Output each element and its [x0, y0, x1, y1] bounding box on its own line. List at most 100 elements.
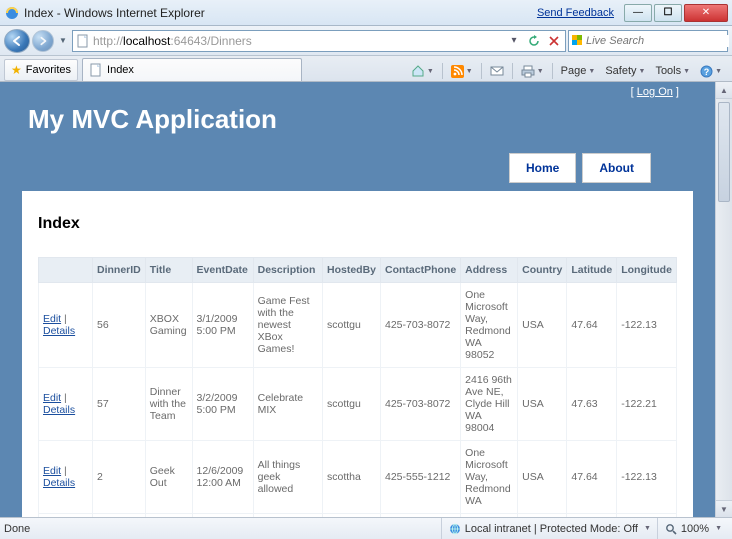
search-provider-icon — [571, 34, 583, 48]
nav-history-dropdown[interactable]: ▼ — [56, 30, 70, 52]
star-icon: ★ — [11, 63, 22, 77]
cell-host: scottgu — [322, 283, 380, 368]
col-header: EventDate — [192, 258, 253, 283]
refresh-button[interactable] — [525, 32, 543, 50]
cell-lat: 47.63 — [567, 368, 617, 441]
zone-icon — [448, 522, 462, 536]
nav-about[interactable]: About — [582, 153, 651, 183]
dinners-table: DinnerIDTitleEventDateDescriptionHostedB… — [38, 257, 677, 517]
details-link[interactable]: Details — [43, 325, 75, 337]
col-header: Address — [461, 258, 518, 283]
tab-index[interactable]: Index — [82, 58, 302, 81]
back-button[interactable] — [4, 29, 30, 53]
main-nav: Home About — [28, 135, 687, 183]
scrollbar-thumb[interactable] — [718, 102, 730, 202]
maximize-button[interactable]: ☐ — [654, 4, 682, 22]
forward-button[interactable] — [32, 30, 54, 52]
details-link[interactable]: Details — [43, 404, 75, 416]
cell-date: 3/2/2009 5:00 PM — [192, 368, 253, 441]
col-header: Title — [145, 258, 192, 283]
tabs: Index — [82, 58, 407, 81]
nav-home[interactable]: Home — [509, 153, 576, 183]
cell-id: 2 — [93, 441, 146, 514]
page-header: [ Log On ] My MVC Application Home About — [0, 82, 715, 191]
tab-strip: ★ Favorites Index ▼ ▼ ▼ Page ▼ Safety ▼ … — [0, 56, 732, 82]
address-dropdown-icon[interactable]: ▾ — [505, 32, 523, 50]
cell-date: 12/6/2009 12:00 AM — [192, 441, 253, 514]
cell-lon: -122.13 — [617, 283, 677, 368]
window-titlebar: Index - Windows Internet Explorer Send F… — [0, 0, 732, 26]
col-header: Latitude — [567, 258, 617, 283]
cell-desc: Celebrate MIX — [253, 368, 322, 441]
actions-cell: Edit | Details — [39, 283, 93, 368]
vertical-scrollbar[interactable]: ▲ ▼ — [715, 82, 732, 517]
edit-link[interactable]: Edit — [43, 392, 61, 404]
send-feedback-link[interactable]: Send Feedback — [537, 7, 614, 19]
help-button[interactable]: ?▼ — [696, 61, 726, 81]
command-bar: ▼ ▼ ▼ Page ▼ Safety ▼ Tools ▼ ?▼ — [407, 61, 728, 81]
stop-button[interactable] — [545, 32, 563, 50]
actions-cell: Edit | Details — [39, 368, 93, 441]
table-row: Edit | Details2Geek Out12/6/2009 12:00 A… — [39, 441, 677, 514]
favorites-label: Favorites — [26, 64, 71, 76]
viewport[interactable]: ▲ ▼ [ Log On ] My MVC Application Home A… — [0, 82, 732, 517]
tools-menu[interactable]: Tools ▼ — [651, 61, 694, 81]
scroll-up-button[interactable]: ▲ — [716, 82, 732, 99]
details-link[interactable]: Details — [43, 477, 75, 489]
window-buttons: — ☐ ✕ — [622, 4, 728, 22]
cell-phone: 425-555-1212 — [381, 441, 461, 514]
print-button[interactable]: ▼ — [517, 61, 548, 81]
cell-country: USA — [518, 283, 567, 368]
tab-label: Index — [107, 64, 134, 76]
cell-addr: 2416 96th Ave NE, Clyde Hill WA 98004 — [461, 368, 518, 441]
cell-date: 12/6/2009 5:00 PM — [192, 514, 253, 518]
feeds-button[interactable]: ▼ — [447, 61, 477, 81]
table-row: Edit | Details56XBOX Gaming3/1/2009 5:00… — [39, 283, 677, 368]
col-header: Longitude — [617, 258, 677, 283]
cell-title: .NET Futures — [145, 514, 192, 518]
edit-link[interactable]: Edit — [43, 465, 61, 477]
cell-date: 3/1/2009 5:00 PM — [192, 283, 253, 368]
cell-lon: -122.13 — [617, 514, 677, 518]
cell-title: Geek Out — [145, 441, 192, 514]
close-button[interactable]: ✕ — [684, 4, 728, 22]
cell-lon: -122.21 — [617, 368, 677, 441]
table-row: Edit | Details1.NET Futures12/6/2009 5:0… — [39, 514, 677, 518]
chevron-down-icon: ▼ — [644, 525, 651, 532]
address-bar[interactable]: http://localhost:64643/Dinners ▾ — [72, 30, 566, 52]
app-title: My MVC Application — [28, 104, 687, 135]
cell-lon: -122.13 — [617, 441, 677, 514]
cell-id: 57 — [93, 368, 146, 441]
logon-link[interactable]: Log On — [637, 86, 673, 98]
page-icon — [89, 63, 103, 77]
cell-lat: 47.64 — [567, 441, 617, 514]
edit-link[interactable]: Edit — [43, 313, 61, 325]
status-bar: Done Local intranet | Protected Mode: Of… — [0, 517, 732, 539]
home-button[interactable]: ▼ — [407, 61, 438, 81]
zoom-control[interactable]: 100% ▼ — [657, 518, 728, 539]
cell-id: 1 — [93, 514, 146, 518]
cell-desc: Come talk about cool things coming with … — [253, 514, 322, 518]
search-box[interactable]: ▾ — [568, 30, 728, 52]
cell-desc: All things geek allowed — [253, 441, 322, 514]
cell-lat: 47.64 — [567, 514, 617, 518]
col-header: Country — [518, 258, 567, 283]
security-zone[interactable]: Local intranet | Protected Mode: Off ▼ — [441, 518, 657, 539]
page-menu[interactable]: Page ▼ — [557, 61, 600, 81]
cell-addr: One Microsoft Way, Redmond WA — [461, 441, 518, 514]
search-input[interactable] — [586, 35, 729, 47]
page-icon — [75, 33, 91, 49]
favorites-button[interactable]: ★ Favorites — [4, 59, 78, 81]
safety-menu[interactable]: Safety ▼ — [601, 61, 649, 81]
minimize-button[interactable]: — — [624, 4, 652, 22]
content-card: Index DinnerIDTitleEventDateDescriptionH… — [22, 191, 693, 517]
scroll-down-button[interactable]: ▼ — [716, 500, 732, 517]
cell-id: 56 — [93, 283, 146, 368]
cell-country: USA — [518, 368, 567, 441]
url-text: http://localhost:64643/Dinners — [93, 34, 503, 48]
page-heading: Index — [38, 215, 677, 233]
cell-title: Dinner with the Team — [145, 368, 192, 441]
read-mail-button[interactable] — [486, 61, 508, 81]
zoom-icon — [664, 522, 678, 536]
cell-phone: 425-703-8072 — [381, 368, 461, 441]
